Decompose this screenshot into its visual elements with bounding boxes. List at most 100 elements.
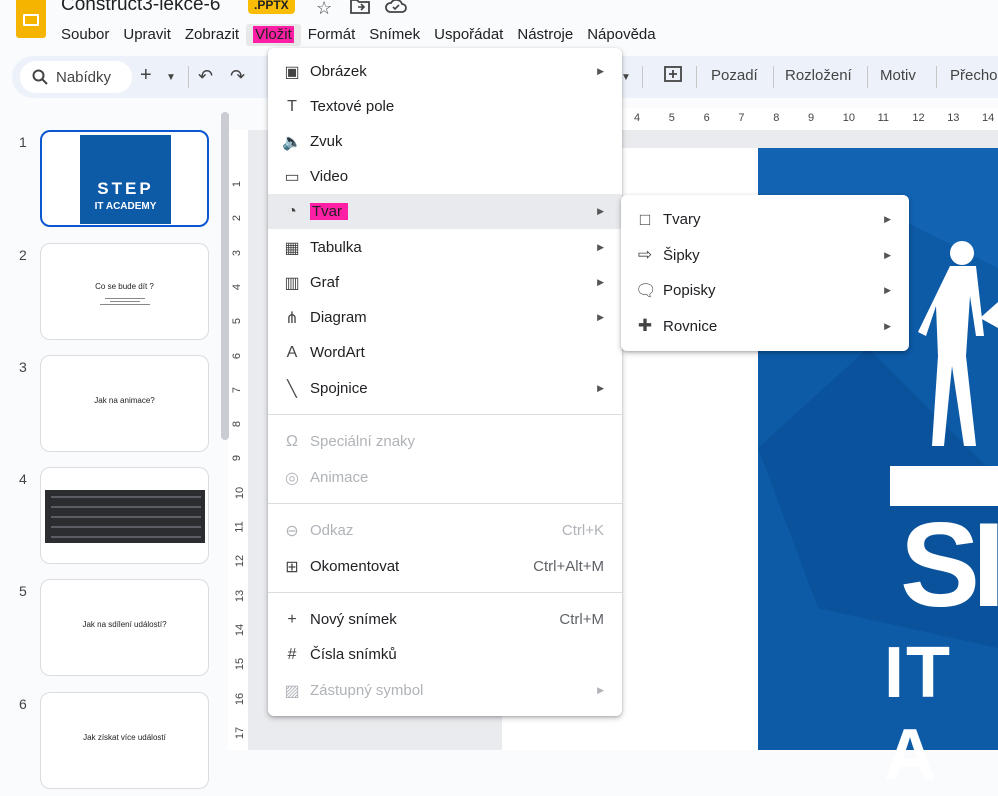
undo-icon[interactable]: ↶ (198, 66, 213, 87)
thumbnail-row (51, 526, 201, 528)
ruler-label: 12 (912, 112, 925, 124)
diagram-icon: ⋔ (285, 309, 299, 327)
menu-item-label: Tvar (310, 203, 348, 220)
star-icon[interactable]: ☆ (316, 0, 332, 19)
insert-menu-item-tvar[interactable]: ◔ Tvar ▶ (268, 194, 622, 229)
slide-caption: Jak na animace? (94, 396, 155, 405)
menu-item-label: Speciální znaky (310, 433, 416, 450)
insert-menu-item-novy-snimek[interactable]: + Nový snímek Ctrl+M (268, 602, 622, 637)
submenu-arrow-icon: ▶ (597, 383, 604, 393)
equation-icon: ✚ (637, 316, 653, 335)
toolbar-divider (696, 66, 697, 88)
menu-napoveda[interactable]: Nápověda (580, 24, 662, 46)
menu-item-label: Popisky (663, 282, 716, 299)
ruler-label: 4 (231, 283, 244, 290)
theme-button[interactable]: Motiv (880, 67, 916, 84)
submenu-arrow-icon: ▶ (884, 320, 891, 331)
chevron-down-icon[interactable]: ▼ (621, 72, 631, 83)
submenu-arrow-icon: ▶ (597, 685, 604, 695)
shape-submenu-item-sipky[interactable]: ⇨ Šipky ▶ (621, 238, 909, 273)
menu-usporadat[interactable]: Uspořádat (427, 24, 510, 46)
transition-button[interactable]: Přecho (950, 67, 998, 84)
menu-item-label: Čísla snímků (310, 646, 397, 663)
thumbnail-row (51, 536, 201, 538)
slide-thumbnail[interactable]: Jak získat více událostí (40, 692, 209, 789)
ruler-label: 15 (234, 658, 247, 671)
menu-nastroje[interactable]: Nástroje (510, 24, 580, 46)
menu-soubor[interactable]: Soubor (54, 24, 116, 46)
insert-menu-item-wordart[interactable]: A WordArt (268, 335, 622, 370)
shape-icon: ◔ (287, 202, 297, 220)
menu-label: Upravit (123, 26, 171, 43)
ruler-label: 14 (982, 112, 995, 124)
menu-item-label: Graf (310, 274, 340, 291)
logo-line1: STEP (97, 179, 154, 198)
ruler-label: 9 (808, 112, 815, 124)
ruler-label: 14 (234, 623, 247, 637)
insert-menu-item-cisla-snimku[interactable]: # Čísla snímků (268, 637, 622, 672)
slide-thumbnail[interactable] (40, 467, 209, 564)
menu-format[interactable]: Formát (301, 24, 363, 46)
insert-menu-item-graf[interactable]: ▥ Graf ▶ (268, 265, 622, 300)
shape-submenu-item-popisky[interactable]: 🗨 Popisky ▶ (621, 273, 909, 308)
slide-thumbnail[interactable]: Jak na animace? (40, 355, 209, 452)
file-type-badge: .PPTX (248, 0, 295, 14)
slide-thumbnail[interactable]: Co se bude dít ? (40, 243, 209, 340)
slide-thumbnail[interactable]: Jak na sdílení událostí? (40, 579, 209, 676)
insert-menu-item-spojnice[interactable]: ╲ Spojnice ▶ (268, 371, 622, 406)
filmstrip-scrollbar[interactable] (221, 112, 229, 440)
menu-upravit[interactable]: Upravit (116, 24, 178, 46)
slide-thumbnail[interactable]: STEP IT ACADEMY (40, 130, 209, 227)
insert-menu-item-video[interactable]: ▭ Video (268, 159, 622, 194)
ruler-label: 1 (231, 180, 244, 188)
search-icon (32, 69, 48, 85)
ruler-label: 10 (234, 486, 247, 499)
slides-logo-icon[interactable] (16, 0, 46, 38)
menubar: Soubor Upravit Zobrazit Vložit Formát Snímek U… (54, 24, 663, 46)
slide-number: 5 (19, 583, 27, 599)
menu-divider (268, 503, 622, 504)
menu-label: Vložit (253, 26, 294, 43)
insert-menu-item-tabulka[interactable]: ▦ Tabulka ▶ (268, 230, 622, 265)
slide-number: 6 (19, 696, 27, 712)
cloud-status-icon[interactable] (385, 0, 407, 19)
search-menus-label: Nabídky (56, 68, 112, 86)
omega-icon: Ω (286, 432, 298, 450)
comment-icon: ⊞ (285, 558, 299, 576)
new-slide-plus-icon[interactable]: + (140, 64, 152, 87)
menu-label: Nástroje (517, 26, 574, 43)
menu-label: Zobrazit (184, 26, 240, 43)
ruler-label: 13 (234, 589, 247, 602)
add-comment-icon[interactable] (664, 66, 682, 89)
ruler-label: 6 (231, 352, 244, 359)
search-menus[interactable]: Nabídky (20, 61, 132, 93)
shape-submenu-item-tvary[interactable]: □ Tvary ▶ (621, 202, 909, 237)
insert-menu-item-textove-pole[interactable]: T Textové pole (268, 89, 622, 124)
submenu-arrow-icon: ▶ (884, 249, 891, 260)
insert-menu-item-obrazek[interactable]: ▣ Obrázek ▶ (268, 54, 622, 89)
redo-icon[interactable]: ↷ (230, 66, 245, 87)
menu-item-label: Obrázek (310, 63, 367, 80)
ruler-label: 5 (668, 112, 675, 124)
insert-menu-item-zvuk[interactable]: 🔈 Zvuk (268, 124, 622, 159)
document-title[interactable]: Construct3-lekce-6 (61, 0, 220, 16)
shortcut-hint: Ctrl+M (559, 611, 604, 628)
menu-zobrazit[interactable]: Zobrazit (178, 24, 246, 46)
insert-menu-item-okomentovat[interactable]: ⊞ Okomentovat Ctrl+Alt+M (268, 549, 622, 584)
toolbar-divider (188, 66, 189, 88)
layout-button[interactable]: Rozložení (785, 67, 852, 84)
background-button[interactable]: Pozadí (711, 67, 758, 84)
shape-submenu-item-rovnice[interactable]: ✚ Rovnice ▶ (621, 309, 909, 344)
video-icon: ▭ (284, 168, 300, 186)
insert-menu-item-diagram[interactable]: ⋔ Diagram ▶ (268, 300, 622, 335)
thumbnail-row (51, 516, 201, 518)
menu-item-label: Tabulka (310, 239, 362, 256)
menu-item-label: Diagram (310, 309, 367, 326)
menu-snimek[interactable]: Snímek (362, 24, 427, 46)
chevron-down-icon[interactable]: ▼ (166, 72, 176, 83)
move-folder-icon[interactable] (350, 0, 370, 19)
slide-subtext (41, 296, 208, 307)
shortcut-hint: Ctrl+Alt+M (533, 558, 604, 575)
menu-vlozit[interactable]: Vložit (246, 24, 301, 46)
menu-item-label: Video (310, 168, 349, 185)
